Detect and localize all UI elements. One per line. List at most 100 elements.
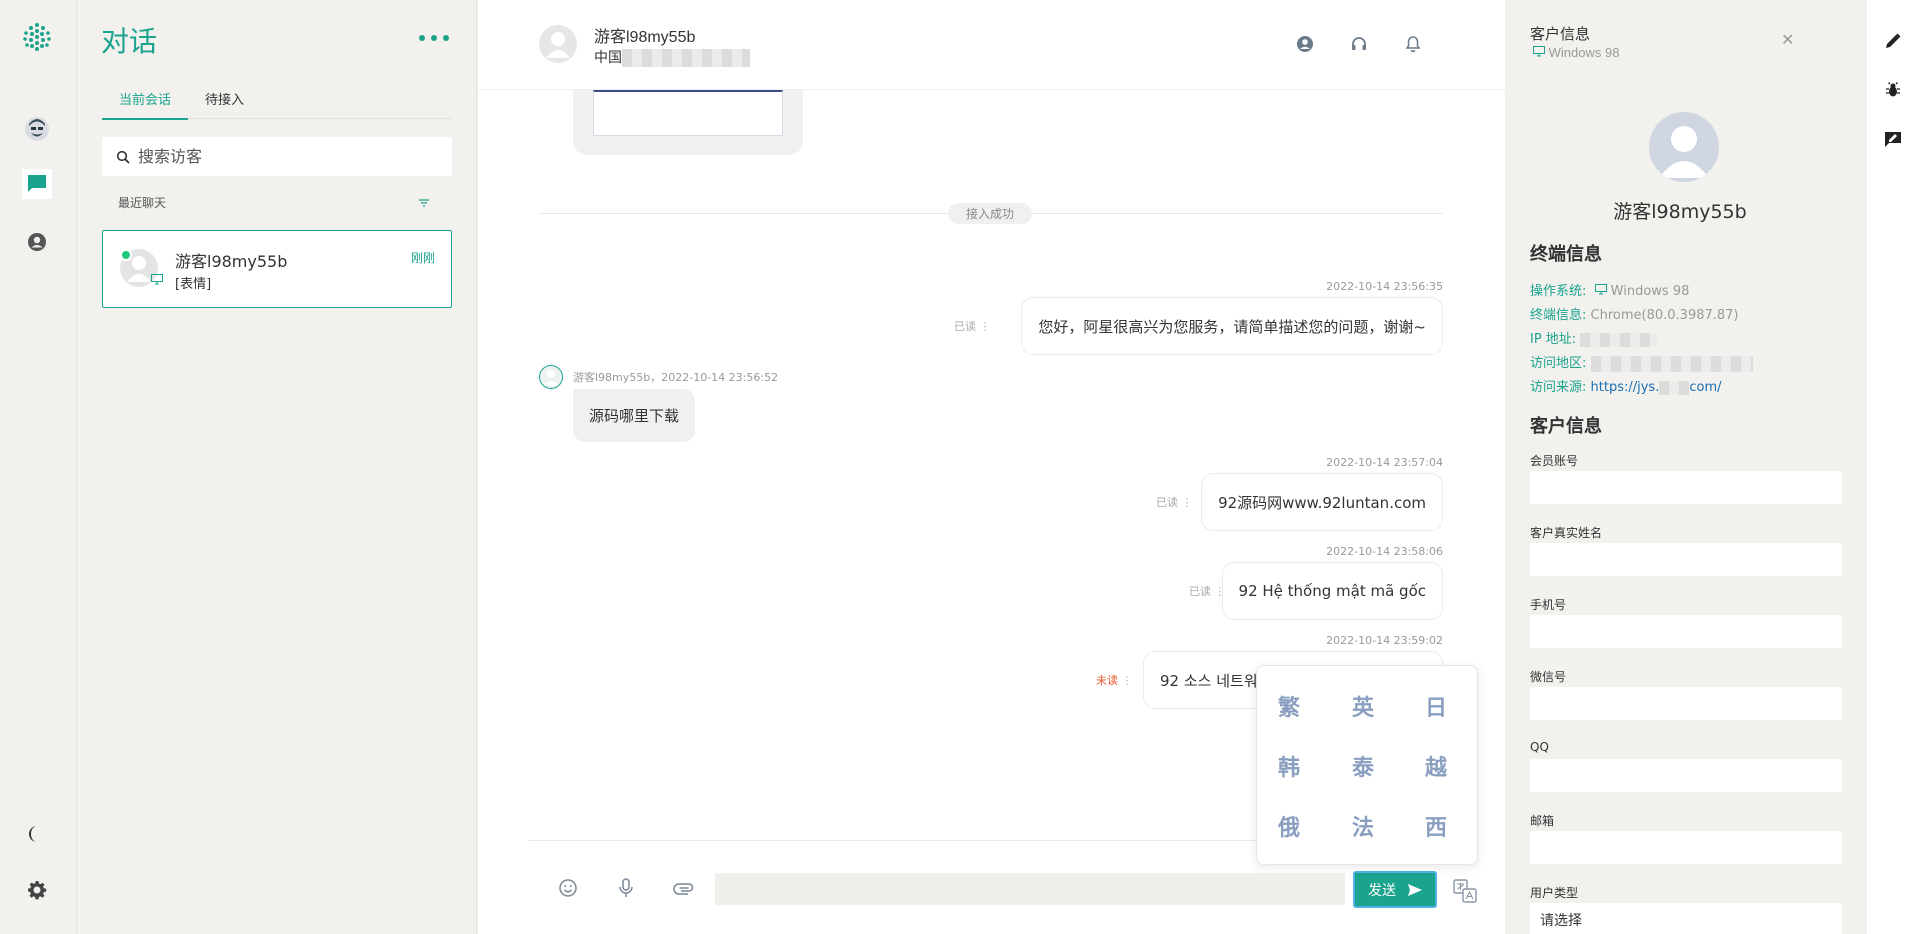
status-text: 已读	[1189, 585, 1211, 598]
bell-icon[interactable]	[1402, 33, 1424, 55]
avatar	[1649, 112, 1719, 182]
microphone-icon[interactable]	[614, 876, 638, 900]
redacted-block	[622, 49, 750, 67]
message-status[interactable]: 已读 ⋮	[954, 318, 991, 334]
customer-section-title: 客户信息	[1530, 416, 1602, 437]
translate-language-popover: 繁 英 日 韩 泰 越 俄 法 西	[1256, 665, 1478, 865]
outgoing-message: 92 Hệ thống mật mã gốc	[1221, 562, 1443, 620]
lang-option[interactable]: 韩	[1269, 746, 1309, 786]
terminal-browser-value: Chrome(80.0.3987.87)	[1590, 308, 1739, 323]
image-message[interactable]	[573, 90, 803, 155]
agent-avatar-icon[interactable]	[22, 114, 52, 144]
feedback-icon[interactable]	[1882, 128, 1904, 150]
headset-icon[interactable]	[1348, 33, 1370, 55]
terminal-browser-row: 终端信息: Chrome(80.0.3987.87)	[1530, 304, 1739, 323]
message-input[interactable]	[715, 873, 1345, 905]
user-icon[interactable]	[22, 227, 52, 257]
incoming-meta: 游客l98my55b，2022-10-14 23:56:52	[573, 371, 779, 384]
real-name-label: 客户真实姓名	[1530, 526, 1603, 540]
message-time: 2022-10-14 23:58:06	[1326, 545, 1443, 558]
online-status-dot	[120, 249, 132, 261]
panel-title: 对话	[101, 25, 158, 58]
profile-icon[interactable]	[1294, 33, 1316, 55]
redacted-block	[1580, 332, 1659, 347]
attachment-icon[interactable]	[672, 876, 696, 900]
email-field[interactable]	[1530, 831, 1842, 864]
location-text: 中国	[594, 50, 622, 66]
chat-icon[interactable]	[22, 169, 52, 199]
lang-option[interactable]: 泰	[1343, 746, 1383, 786]
wechat-label: 微信号	[1530, 670, 1567, 684]
wechat-field[interactable]	[1530, 687, 1842, 720]
terminal-region-row: 访问地区:	[1530, 352, 1753, 372]
panel-title: 客户信息	[1530, 25, 1591, 43]
chat-header: 游客l98my55b 中国	[478, 0, 1505, 90]
source-link-prefix: https://jys.	[1590, 380, 1660, 395]
message-time: 2022-10-14 23:56:35	[1326, 280, 1443, 293]
phone-field[interactable]	[1530, 615, 1842, 648]
source-link[interactable]: https://jys. com/	[1591, 380, 1722, 395]
conversation-panel: 对话 当前会话 待接入 最近聊天 游客l98my55b 刚刚 [表情]	[77, 0, 477, 934]
right-toolbar	[1867, 0, 1918, 934]
member-account-field[interactable]	[1530, 471, 1842, 504]
lang-option[interactable]: 越	[1416, 746, 1456, 786]
status-text: 已读	[954, 320, 976, 333]
logo-icon[interactable]	[22, 22, 52, 52]
filter-icon[interactable]	[418, 195, 430, 211]
close-icon[interactable]: ✕	[1781, 30, 1794, 50]
lang-option[interactable]: 日	[1416, 686, 1456, 726]
avatar	[538, 24, 578, 64]
list-item[interactable]: 游客l98my55b 刚刚 [表情]	[102, 230, 452, 308]
emoji-icon[interactable]	[556, 876, 580, 900]
lang-option[interactable]: 繁	[1269, 686, 1309, 726]
incoming-message: 源码哪里下载	[573, 389, 696, 442]
pencil-icon[interactable]	[1882, 30, 1904, 52]
translate-icon[interactable]	[1452, 878, 1478, 904]
terminal-browser-label: 终端信息:	[1530, 308, 1587, 323]
user-type-select[interactable]: 请选择	[1530, 903, 1842, 934]
message-time: 2022-10-14 23:59:02	[1326, 634, 1443, 647]
desktop-icon	[1533, 46, 1545, 57]
send-icon	[1408, 883, 1422, 896]
os-badge: Windows 98	[1533, 45, 1619, 60]
search-input[interactable]	[138, 147, 438, 166]
outgoing-message: 您好，阿星很高兴为您服务，请简单描述您的问题，谢谢~	[1021, 297, 1443, 355]
qq-field[interactable]	[1530, 759, 1842, 792]
real-name-field[interactable]	[1530, 543, 1842, 576]
screenshot-thumbnail[interactable]	[593, 90, 783, 136]
avatar	[539, 365, 563, 389]
bug-icon[interactable]	[1882, 79, 1904, 101]
message-status[interactable]: 已读 ⋮	[1156, 494, 1193, 510]
lang-option[interactable]: 英	[1343, 686, 1383, 726]
terminal-os-value: Windows 98	[1610, 284, 1690, 299]
send-button[interactable]: 发送	[1353, 871, 1437, 908]
lang-option[interactable]: 俄	[1269, 806, 1309, 846]
tab-current-sessions[interactable]: 当前会话	[102, 86, 189, 120]
lang-option[interactable]: 法	[1343, 806, 1383, 846]
customer-info-panel: 客户信息 Windows 98 ✕ 游客l98my55b 终端信息 操作系统: …	[1505, 0, 1867, 934]
terminal-source-row: 访问来源: https://jys. com/	[1530, 376, 1722, 395]
lang-option[interactable]: 西	[1416, 806, 1456, 846]
desktop-icon	[151, 274, 163, 285]
visitor-location: 中国	[594, 47, 750, 67]
status-text: 未读	[1096, 674, 1118, 687]
terminal-ip-row: IP 地址:	[1530, 328, 1659, 347]
visitor-name: 游客l98my55b	[594, 29, 696, 46]
gear-icon[interactable]	[22, 875, 52, 905]
more-options-icon[interactable]	[419, 28, 449, 48]
search-icon	[116, 150, 130, 164]
phone-label: 手机号	[1530, 598, 1567, 612]
terminal-os-row: 操作系统: Windows 98	[1530, 280, 1689, 299]
terminal-region-label: 访问地区:	[1530, 356, 1587, 371]
message-status[interactable]: 未读 ⋮	[1096, 672, 1133, 688]
member-account-label: 会员账号	[1530, 454, 1579, 468]
moon-icon[interactable]	[22, 819, 52, 849]
qq-label: QQ	[1530, 740, 1549, 754]
terminal-source-label: 访问来源:	[1530, 380, 1587, 395]
visitor-name: 游客l98my55b	[175, 252, 288, 271]
message-status[interactable]: 已读 ⋮	[1189, 583, 1226, 599]
customer-name: 游客l98my55b	[1613, 201, 1747, 223]
tab-pending[interactable]: 待接入	[205, 89, 244, 116]
email-label: 邮箱	[1530, 814, 1555, 828]
outgoing-message: 92源码网www.92luntan.com	[1201, 473, 1443, 531]
